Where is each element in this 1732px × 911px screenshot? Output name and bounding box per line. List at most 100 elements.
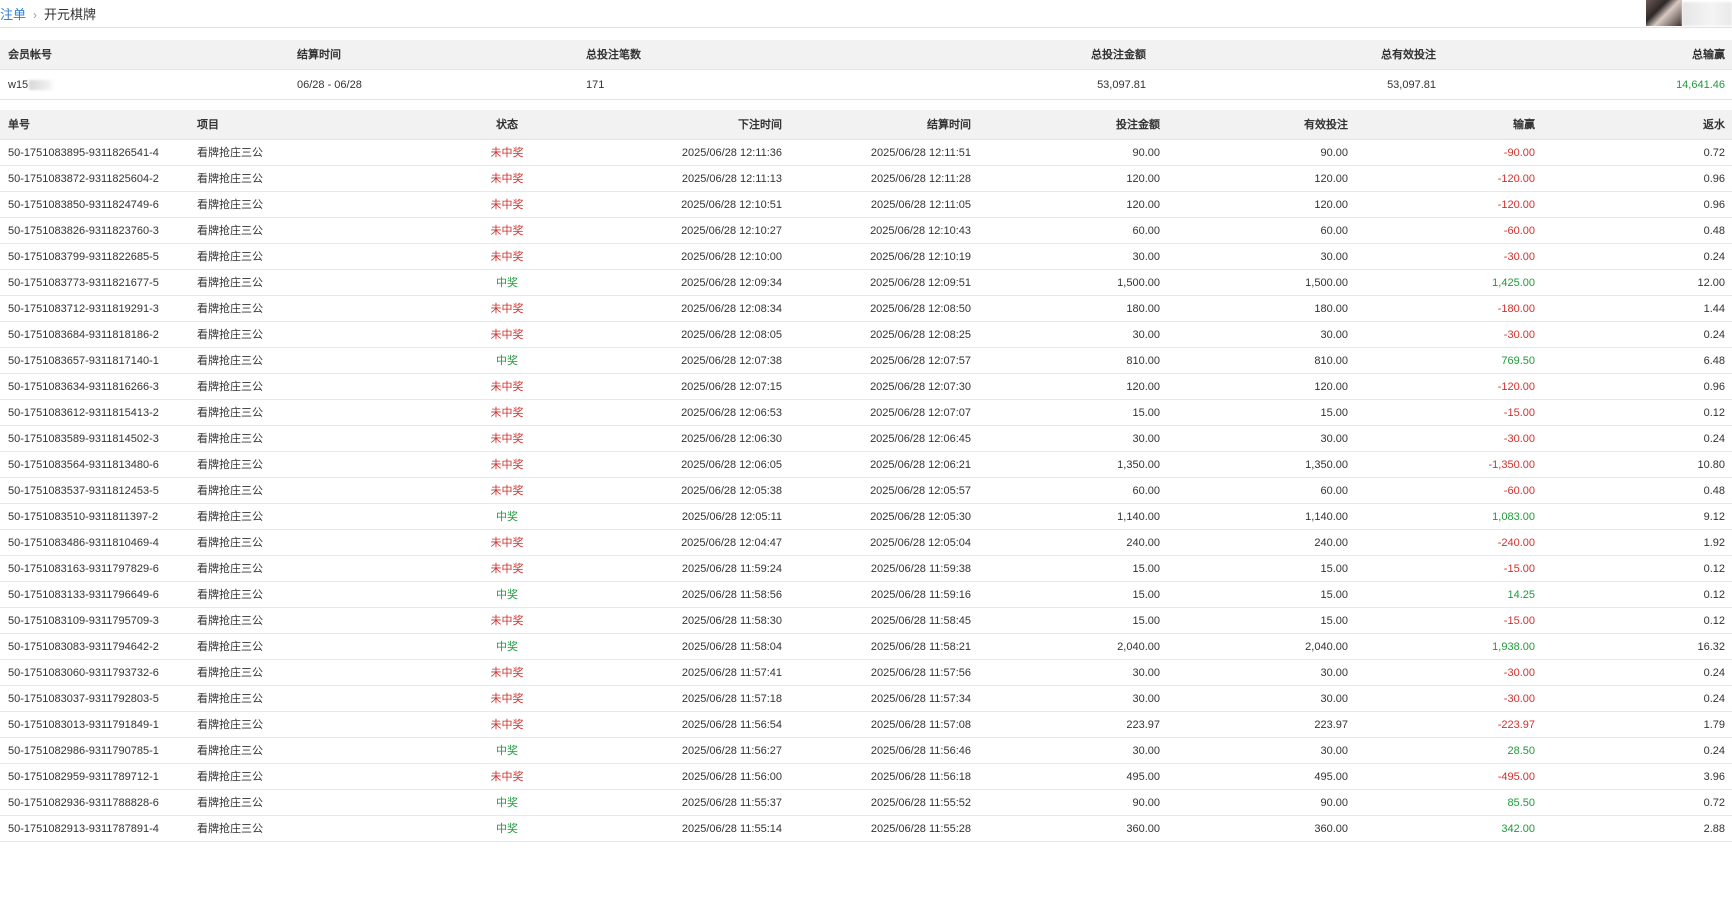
cell-winloss: -120.00 (1497, 381, 1535, 393)
table-row: 50-1751083564-9311813480-6 看牌抢庄三公 未中奖 2025/… (0, 452, 1732, 478)
cell-order-id: 50-1751083826-9311823760-3 (8, 225, 159, 237)
cell-game-name: 看牌抢庄三公 (197, 563, 263, 575)
cell-status: 未中奖 (490, 225, 524, 237)
cell-bet-amount: 1,140.00 (1117, 511, 1160, 523)
cell-bet-amount: 360.00 (1126, 823, 1160, 835)
cell-bet-amount: 30.00 (1132, 251, 1160, 263)
header-bet-time: 下注时间 (738, 119, 782, 131)
header-winloss: 输赢 (1513, 119, 1535, 131)
cell-status: 未中奖 (490, 485, 524, 497)
cell-game-name: 看牌抢庄三公 (197, 485, 263, 497)
cell-bet-amount: 30.00 (1132, 433, 1160, 445)
cell-order-id: 50-1751083589-9311814502-3 (8, 433, 159, 445)
cell-bet-amount: 240.00 (1126, 537, 1160, 549)
table-row: 50-1751083013-9311791849-1 看牌抢庄三公 未中奖 2025/… (0, 712, 1732, 738)
cell-settle-time: 2025/06/28 12:07:30 (870, 381, 971, 393)
cell-bet-time: 2025/06/28 11:58:30 (681, 615, 782, 627)
summary-account: w15 (8, 70, 56, 100)
cell-order-id: 50-1751082986-9311790785-1 (8, 745, 159, 757)
cell-settle-time: 2025/06/28 12:10:19 (870, 251, 971, 263)
cell-valid-bet: 30.00 (1320, 667, 1348, 679)
cell-winloss: -495.00 (1497, 771, 1535, 783)
cell-status: 中奖 (496, 823, 518, 835)
summary-total-valid: 53,097.81 (1387, 79, 1436, 91)
breadcrumb-parent-link[interactable]: 注单 (0, 7, 26, 22)
summary-total-winloss: 14,641.46 (1676, 79, 1725, 91)
cell-game-name: 看牌抢庄三公 (197, 303, 263, 315)
cell-bet-time: 2025/06/28 12:05:11 (681, 511, 782, 523)
cell-bet-amount: 60.00 (1132, 225, 1160, 237)
table-row: 50-1751082959-9311789712-1 看牌抢庄三公 未中奖 2025/… (0, 764, 1732, 790)
table-row: 50-1751083109-9311795709-3 看牌抢庄三公 未中奖 2025/… (0, 608, 1732, 634)
cell-bet-time: 2025/06/28 12:06:05 (681, 459, 782, 471)
cell-settle-time: 2025/06/28 11:57:08 (870, 719, 971, 731)
cell-winloss: -1,350.00 (1488, 459, 1535, 471)
cell-bet-time: 2025/06/28 12:08:34 (681, 303, 782, 315)
cell-status: 未中奖 (490, 693, 524, 705)
cell-bet-amount: 30.00 (1132, 745, 1160, 757)
cell-bet-time: 2025/06/28 12:10:27 (681, 225, 782, 237)
cell-valid-bet: 30.00 (1320, 693, 1348, 705)
header-game: 项目 (197, 119, 219, 131)
cell-game-name: 看牌抢庄三公 (197, 771, 263, 783)
cell-settle-time: 2025/06/28 12:10:43 (870, 225, 971, 237)
cell-game-name: 看牌抢庄三公 (197, 745, 263, 757)
cell-status: 未中奖 (490, 303, 524, 315)
cell-rebate: 0.24 (1703, 329, 1725, 341)
cell-bet-amount: 120.00 (1126, 173, 1160, 185)
cell-bet-amount: 90.00 (1132, 147, 1160, 159)
cell-winloss: 28.50 (1507, 745, 1535, 757)
header-order-id: 单号 (8, 119, 30, 131)
avatar[interactable] (1646, 0, 1682, 26)
cell-bet-amount: 180.00 (1126, 303, 1160, 315)
cell-order-id: 50-1751083634-9311816266-3 (8, 381, 159, 393)
breadcrumb-separator-icon: › (33, 8, 38, 22)
table-row: 50-1751083657-9311817140-1 看牌抢庄三公 中奖 2025/0… (0, 348, 1732, 374)
table-row: 50-1751083826-9311823760-3 看牌抢庄三公 未中奖 2025/… (0, 218, 1732, 244)
cell-order-id: 50-1751083163-9311797829-6 (8, 563, 159, 575)
cell-status: 未中奖 (490, 147, 524, 159)
cell-status: 未中奖 (490, 329, 524, 341)
cell-rebate: 0.24 (1703, 693, 1725, 705)
summary-header-total-bet: 总投注金额 (1091, 49, 1146, 61)
cell-game-name: 看牌抢庄三公 (197, 615, 263, 627)
table-row: 50-1751083037-9311792803-5 看牌抢庄三公 未中奖 2025/… (0, 686, 1732, 712)
cell-game-name: 看牌抢庄三公 (197, 199, 263, 211)
cell-winloss: -223.97 (1497, 719, 1535, 731)
cell-status: 未中奖 (490, 199, 524, 211)
cell-game-name: 看牌抢庄三公 (197, 641, 263, 653)
cell-winloss: -60.00 (1503, 485, 1535, 497)
cell-winloss: -90.00 (1503, 147, 1535, 159)
cell-valid-bet: 30.00 (1320, 433, 1348, 445)
cell-order-id: 50-1751083612-9311815413-2 (8, 407, 159, 419)
summary-header-period: 结算时间 (297, 49, 341, 61)
cell-winloss: -15.00 (1503, 407, 1535, 419)
cell-settle-time: 2025/06/28 12:07:07 (870, 407, 971, 419)
cell-order-id: 50-1751083133-9311796649-6 (8, 589, 159, 601)
cell-rebate: 0.12 (1703, 589, 1725, 601)
cell-order-id: 50-1751083083-9311794642-2 (8, 641, 159, 653)
summary-header-account: 会员帐号 (8, 49, 52, 61)
cell-bet-time: 2025/06/28 11:55:37 (681, 797, 782, 809)
cell-valid-bet: 15.00 (1320, 407, 1348, 419)
cell-winloss: 1,425.00 (1492, 277, 1535, 289)
cell-rebate: 3.96 (1703, 771, 1725, 783)
table-row: 50-1751083850-9311824749-6 看牌抢庄三公 未中奖 2025/… (0, 192, 1732, 218)
cell-settle-time: 2025/06/28 12:07:57 (870, 355, 971, 367)
cell-rebate: 0.72 (1703, 147, 1725, 159)
cell-winloss: -120.00 (1497, 199, 1535, 211)
cell-order-id: 50-1751083712-9311819291-3 (8, 303, 159, 315)
cell-bet-amount: 495.00 (1126, 771, 1160, 783)
cell-bet-time: 2025/06/28 12:11:13 (681, 173, 782, 185)
cell-valid-bet: 30.00 (1320, 329, 1348, 341)
header-status: 状态 (496, 119, 518, 131)
summary-period: 06/28 - 06/28 (297, 79, 362, 91)
cell-rebate: 0.72 (1703, 797, 1725, 809)
cell-settle-time: 2025/06/28 11:57:56 (870, 667, 971, 679)
cell-status: 未中奖 (490, 719, 524, 731)
cell-rebate: 1.44 (1703, 303, 1725, 315)
cell-valid-bet: 495.00 (1314, 771, 1348, 783)
cell-valid-bet: 240.00 (1314, 537, 1348, 549)
cell-valid-bet: 360.00 (1314, 823, 1348, 835)
cell-settle-time: 2025/06/28 11:56:18 (870, 771, 971, 783)
